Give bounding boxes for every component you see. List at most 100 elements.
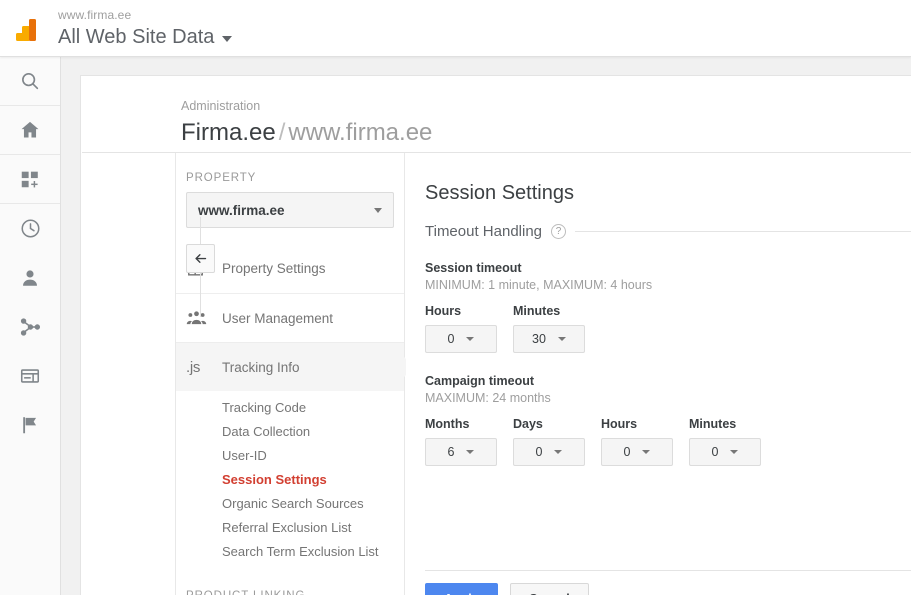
share-nodes-icon (19, 316, 41, 338)
subitem-data-collection[interactable]: Data Collection (176, 419, 404, 443)
campaign-minutes-select[interactable]: 0 (689, 438, 761, 466)
action-buttons: Apply Cancel (425, 583, 589, 595)
campaign-hours-group: Hours 0 (601, 417, 689, 466)
view-name-dropdown[interactable]: All Web Site Data (58, 24, 232, 50)
back-button[interactable] (186, 244, 215, 273)
session-hours-group: Hours 0 (425, 304, 513, 353)
rail-item-realtime[interactable] (0, 204, 60, 253)
nav-item-user-management[interactable]: User Management (176, 293, 404, 342)
help-circle-icon[interactable]: ? (551, 224, 566, 239)
arrow-left-icon (193, 251, 208, 266)
chevron-down-icon (558, 337, 566, 341)
session-minutes-value: 30 (532, 332, 546, 346)
top-header-bar: www.firma.ee All Web Site Data (0, 0, 911, 57)
timeout-handling-header: Timeout Handling ? (425, 223, 911, 240)
session-timeout-title: Session timeout (425, 261, 911, 275)
property-select[interactable]: www.firma.ee (186, 192, 394, 228)
tracking-info-sublist: Tracking Code Data Collection User-ID Se… (176, 391, 404, 571)
campaign-minutes-label: Minutes (689, 417, 777, 431)
campaign-hours-value: 0 (624, 445, 631, 459)
subitem-user-id[interactable]: User-ID (176, 443, 404, 467)
campaign-days-group: Days 0 (513, 417, 601, 466)
session-hours-select[interactable]: 0 (425, 325, 497, 353)
rail-item-home[interactable] (0, 106, 60, 155)
campaign-timeout-note: MAXIMUM: 24 months (425, 391, 911, 405)
subitem-organic-search-sources[interactable]: Organic Search Sources (176, 491, 404, 515)
actions-divider (425, 570, 911, 571)
chevron-down-icon (730, 450, 738, 454)
admin-page: Administration Firma.ee/www.firma.ee PRO… (61, 57, 911, 595)
view-name-label: All Web Site Data (58, 24, 214, 50)
property-section-label: PROPERTY (176, 153, 404, 192)
home-icon (19, 119, 41, 141)
js-icon: .js (186, 359, 214, 376)
session-timeout-note: MINIMUM: 1 minute, MAXIMUM: 4 hours (425, 278, 911, 292)
apply-button[interactable]: Apply (425, 583, 498, 595)
product-linking-section-label: PRODUCT LINKING (176, 571, 404, 595)
admin-content-card: Administration Firma.ee/www.firma.ee PRO… (80, 75, 911, 595)
subitem-session-settings[interactable]: Session Settings (176, 467, 404, 491)
chevron-down-icon (466, 337, 474, 341)
chevron-down-icon (554, 450, 562, 454)
session-hours-value: 0 (448, 332, 455, 346)
session-hours-label: Hours (425, 304, 513, 318)
chevron-down-icon (642, 450, 650, 454)
person-icon (19, 267, 41, 289)
session-minutes-select[interactable]: 30 (513, 325, 585, 353)
clock-icon (19, 217, 42, 240)
account-domain-label: www.firma.ee (58, 8, 232, 22)
campaign-days-value: 0 (536, 445, 543, 459)
nav-item-label: User Management (214, 311, 333, 326)
rail-item-audience[interactable] (0, 253, 60, 302)
session-timeout-fields: Hours 0 Minutes 30 (425, 304, 911, 353)
subitem-tracking-code[interactable]: Tracking Code (176, 395, 404, 419)
chevron-down-icon (466, 450, 474, 454)
chevron-down-icon (222, 36, 232, 42)
search-icon (19, 70, 41, 92)
chevron-down-icon (374, 208, 382, 213)
breadcrumb: Administration Firma.ee/www.firma.ee (181, 98, 432, 149)
rail-item-search[interactable] (0, 57, 60, 106)
timeout-handling-label: Timeout Handling (425, 223, 542, 240)
nav-item-tracking-info[interactable]: .js Tracking Info (176, 342, 404, 391)
flag-icon (19, 414, 41, 436)
left-icon-rail (0, 57, 61, 595)
campaign-days-select[interactable]: 0 (513, 438, 585, 466)
cancel-button[interactable]: Cancel (510, 583, 589, 595)
nav-item-label: Tracking Info (214, 360, 300, 375)
property-nav-column: PROPERTY www.firma.ee Property Settings (175, 153, 405, 595)
campaign-months-label: Months (425, 417, 513, 431)
rail-item-acquisition[interactable] (0, 302, 60, 351)
customization-icon (19, 168, 41, 190)
page-title: Session Settings (425, 180, 911, 206)
campaign-days-label: Days (513, 417, 601, 431)
breadcrumb-property[interactable]: www.firma.ee (288, 119, 432, 146)
rail-item-behavior[interactable] (0, 351, 60, 400)
campaign-hours-label: Hours (601, 417, 689, 431)
breadcrumb-account[interactable]: Firma.ee (181, 119, 276, 146)
section-divider (575, 231, 911, 232)
campaign-months-value: 6 (448, 445, 455, 459)
property-select-value: www.firma.ee (198, 203, 374, 218)
subitem-referral-exclusion-list[interactable]: Referral Exclusion List (176, 515, 404, 539)
campaign-months-select[interactable]: 6 (425, 438, 497, 466)
session-settings-panel: Session Settings Timeout Handling ? Sess… (406, 153, 911, 595)
subitem-search-term-exclusion-list[interactable]: Search Term Exclusion List (176, 539, 404, 563)
window-layout-icon (19, 365, 41, 387)
google-analytics-logo (13, 15, 43, 45)
product-linking-label-text: PRODUCT LINKING (186, 590, 305, 595)
account-selector[interactable]: www.firma.ee All Web Site Data (58, 8, 232, 50)
rail-item-customization[interactable] (0, 155, 60, 204)
session-minutes-group: Minutes 30 (513, 304, 601, 353)
campaign-months-group: Months 6 (425, 417, 513, 466)
campaign-timeout-title: Campaign timeout (425, 374, 911, 388)
breadcrumb-section: Administration (181, 98, 432, 114)
breadcrumb-separator: / (276, 119, 289, 146)
nav-item-label: Property Settings (214, 261, 326, 276)
campaign-hours-select[interactable]: 0 (601, 438, 673, 466)
rail-item-conversions[interactable] (0, 400, 60, 449)
campaign-minutes-group: Minutes 0 (689, 417, 777, 466)
campaign-timeout-fields: Months 6 Days 0 Hours 0 (425, 417, 911, 466)
campaign-minutes-value: 0 (712, 445, 719, 459)
session-minutes-label: Minutes (513, 304, 601, 318)
